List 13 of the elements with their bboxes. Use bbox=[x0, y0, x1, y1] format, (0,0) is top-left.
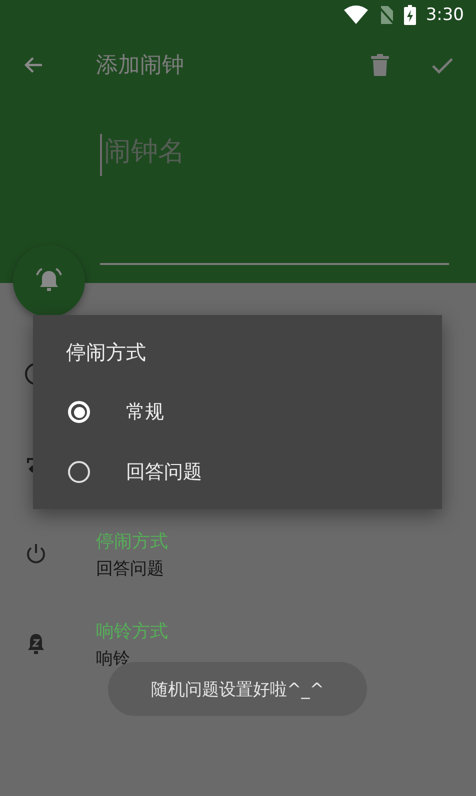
option-label[interactable]: 回答问题 bbox=[126, 459, 202, 485]
dialog-title: 停闹方式 bbox=[66, 339, 147, 366]
setting-value: 回答问题 bbox=[96, 558, 165, 580]
toolbar-title: 添加闹钟 bbox=[96, 52, 185, 80]
setting-label: 响铃方式 bbox=[96, 620, 168, 642]
battery-charging-icon bbox=[404, 5, 416, 25]
trash-icon[interactable] bbox=[370, 53, 390, 77]
setting-label: 停闹方式 bbox=[96, 530, 168, 552]
wifi-icon bbox=[344, 5, 368, 25]
power-icon bbox=[24, 542, 48, 566]
status-time: 3:30 bbox=[426, 5, 464, 25]
radio-button[interactable] bbox=[68, 461, 90, 483]
option-label[interactable]: 常规 bbox=[126, 399, 164, 425]
